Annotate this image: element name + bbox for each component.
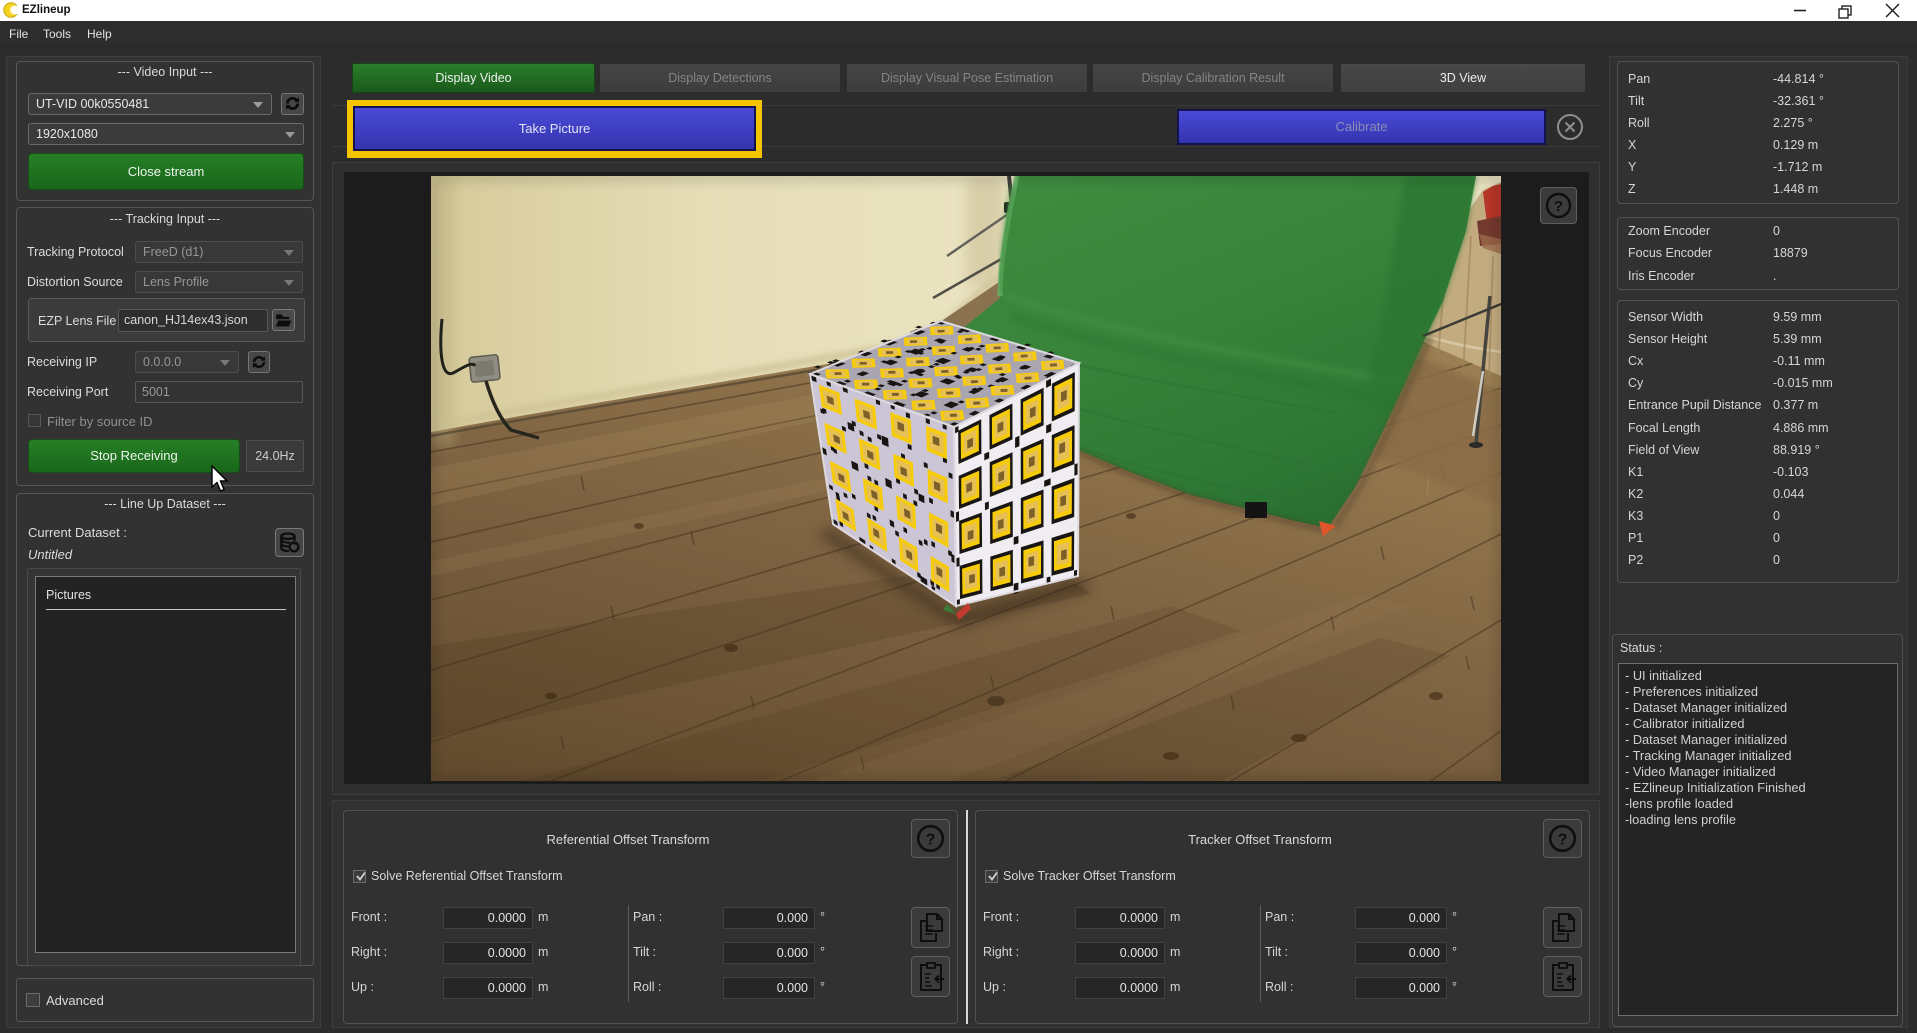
svg-text:?: ?: [1554, 198, 1563, 215]
svg-text:?: ?: [926, 830, 936, 848]
svg-text:?: ?: [1558, 830, 1568, 848]
